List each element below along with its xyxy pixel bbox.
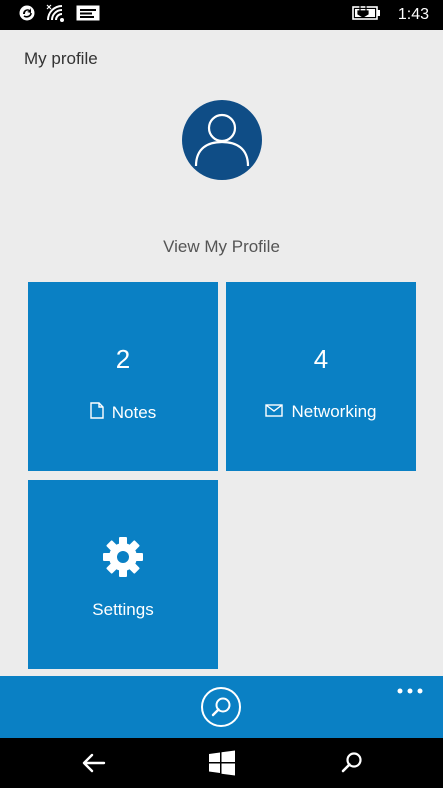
battery-charging-icon (352, 5, 382, 25)
document-icon (90, 402, 104, 424)
start-button[interactable] (208, 750, 236, 776)
status-icons-left (18, 4, 100, 26)
networking-label: Networking (291, 402, 377, 421)
more-button[interactable] (395, 682, 425, 694)
message-icon (76, 5, 100, 25)
windows-start-icon (208, 750, 236, 780)
search-icon (338, 752, 366, 780)
status-time: 1:43 (397, 6, 429, 23)
app-bar (0, 676, 443, 738)
page-title: My profile (24, 49, 98, 68)
system-nav-bar (0, 738, 443, 788)
networking-tile[interactable]: 4 Networking (226, 282, 416, 471)
wifi-icon (46, 4, 66, 26)
nav-search-button[interactable] (338, 750, 366, 776)
notes-count: 2 (115, 344, 131, 374)
notes-label: Notes (111, 403, 157, 422)
notes-label-row: Notes (28, 402, 218, 424)
envelope-icon (265, 402, 284, 422)
status-bar: 1:43 (0, 0, 443, 30)
gear-icon (102, 536, 144, 578)
back-button[interactable] (80, 750, 108, 776)
sync-icon (18, 4, 36, 26)
search-icon (203, 697, 239, 729)
app-bar-search-button[interactable] (201, 687, 241, 727)
back-icon (80, 753, 108, 780)
networking-count: 4 (313, 344, 329, 374)
settings-label: Settings (92, 600, 154, 619)
settings-tile[interactable]: Settings (28, 480, 218, 669)
more-icon (395, 682, 425, 701)
status-icons-right: 1:43 (352, 4, 429, 26)
networking-label-row: Networking (226, 402, 416, 422)
notes-tile[interactable]: 2 Notes (28, 282, 218, 471)
view-profile-link[interactable]: View My Profile (0, 237, 443, 257)
avatar[interactable] (182, 100, 262, 180)
person-icon (182, 113, 262, 180)
